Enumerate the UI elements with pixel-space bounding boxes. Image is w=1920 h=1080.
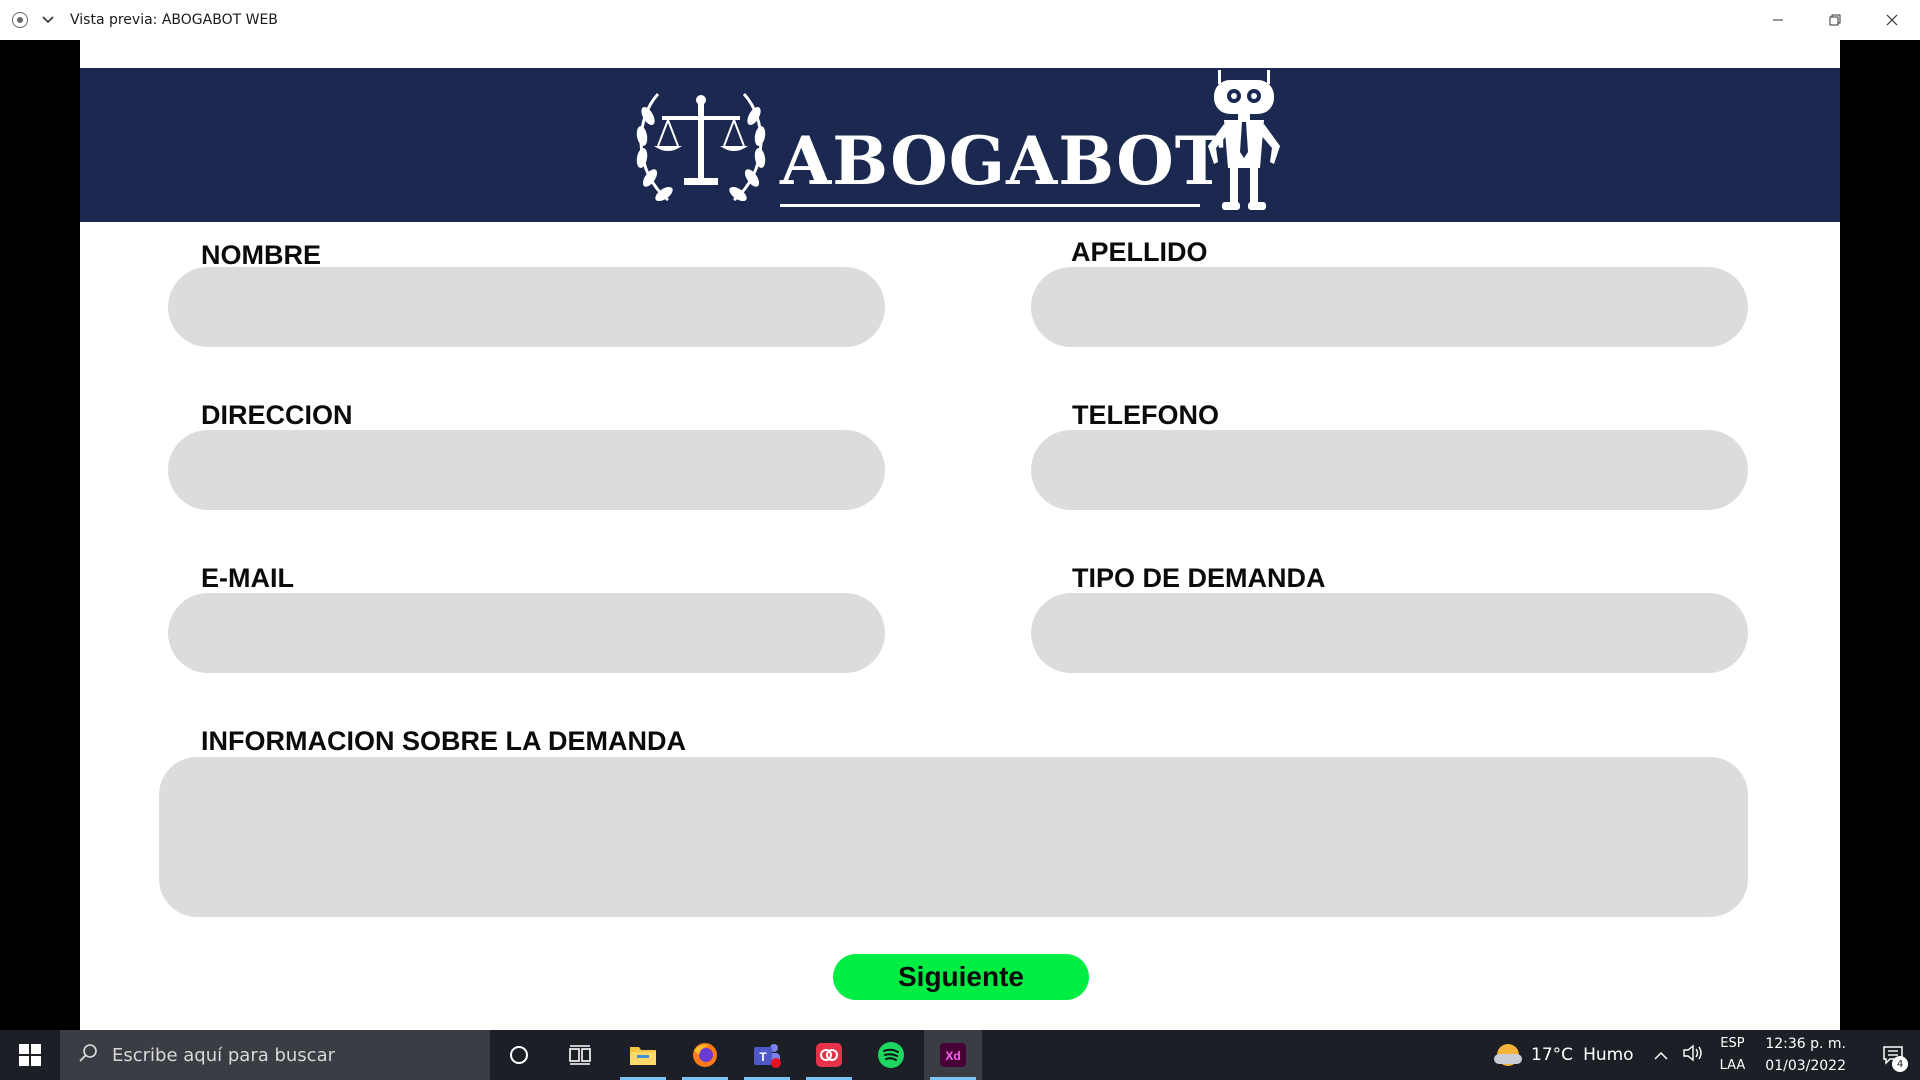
search-placeholder: Escribe aquí para buscar (112, 1044, 336, 1066)
robot-lawyer-icon (1208, 70, 1280, 210)
telefono-label: TELEFONO (1072, 400, 1219, 430)
input-language[interactable]: ESP LAA (1720, 1033, 1746, 1077)
tipo-demanda-label: TIPO DE DEMANDA (1072, 563, 1326, 593)
siguiente-button[interactable]: Siguiente (833, 954, 1089, 1000)
apellido-input[interactable] (1031, 267, 1748, 347)
cortana-icon[interactable] (490, 1030, 548, 1080)
brand-underline (780, 204, 1200, 207)
minimize-button[interactable] (1749, 0, 1806, 40)
page-content: ABOGABOT NOMBRE APELLIDO DIRECCION TELEF… (80, 40, 1840, 1030)
notification-badge: 4 (1892, 1056, 1908, 1072)
system-tray: 17°C Humo ESP LAA 12:36 p. m. 01/03/2022… (1494, 1030, 1920, 1080)
adobe-xd-icon[interactable]: Xd (924, 1030, 982, 1080)
window-controls (1749, 0, 1920, 40)
task-view-icon[interactable] (551, 1030, 609, 1080)
apellido-label: APELLIDO (1071, 237, 1208, 267)
teams-icon[interactable]: T (738, 1030, 796, 1080)
window-title: Vista previa: ABOGABOT WEB (70, 12, 278, 28)
clock[interactable]: 12:36 p. m. 01/03/2022 (1765, 1033, 1846, 1077)
windows-taskbar: Escribe aquí para buscar T Xd 17°C Humo (0, 1030, 1920, 1080)
app-icon (12, 12, 28, 28)
weather-widget[interactable]: 17°C Humo (1494, 1044, 1634, 1066)
windows-start-icon[interactable] (0, 1030, 60, 1080)
clock-date: 01/03/2022 (1765, 1058, 1846, 1074)
informacion-demanda-label: INFORMACION SOBRE LA DEMANDA (201, 726, 686, 756)
informacion-demanda-textarea[interactable] (159, 757, 1748, 917)
telefono-input[interactable] (1031, 430, 1748, 510)
window-titlebar: Vista previa: ABOGABOT WEB (0, 0, 1920, 40)
taskbar-search-box[interactable]: Escribe aquí para buscar (60, 1030, 490, 1080)
weather-desc: Humo (1583, 1045, 1634, 1065)
brand-logo-text: ABOGABOT (780, 122, 1225, 200)
nombre-input[interactable] (168, 267, 885, 347)
notification-center-icon[interactable]: 4 (1872, 1030, 1914, 1080)
lang-bottom: LAA (1719, 1058, 1746, 1073)
scales-of-justice-icon (636, 92, 766, 202)
close-button[interactable] (1863, 0, 1920, 40)
restore-button[interactable] (1806, 0, 1863, 40)
spotify-icon[interactable] (862, 1030, 920, 1080)
email-input[interactable] (168, 593, 885, 673)
email-label: E-MAIL (201, 563, 294, 593)
direccion-input[interactable] (168, 430, 885, 510)
weather-temp: 17°C (1531, 1045, 1574, 1065)
teams-letter: T (759, 1050, 767, 1064)
chevron-down-icon[interactable] (40, 12, 56, 28)
direccion-label: DIRECCION (201, 400, 353, 430)
tipo-demanda-input[interactable] (1031, 593, 1748, 673)
firefox-icon[interactable] (676, 1030, 734, 1080)
clock-time: 12:36 p. m. (1765, 1036, 1846, 1052)
volume-icon[interactable] (1682, 1044, 1704, 1066)
xd-letters: Xd (945, 1049, 960, 1063)
brand-header: ABOGABOT (80, 68, 1840, 222)
lang-top: ESP (1720, 1036, 1745, 1051)
tray-icons (1654, 1044, 1704, 1066)
chevron-up-icon[interactable] (1654, 1046, 1668, 1065)
creative-cloud-icon[interactable] (800, 1030, 858, 1080)
search-icon (78, 1043, 98, 1067)
weather-icon (1494, 1044, 1523, 1066)
file-explorer-icon[interactable] (614, 1030, 672, 1080)
